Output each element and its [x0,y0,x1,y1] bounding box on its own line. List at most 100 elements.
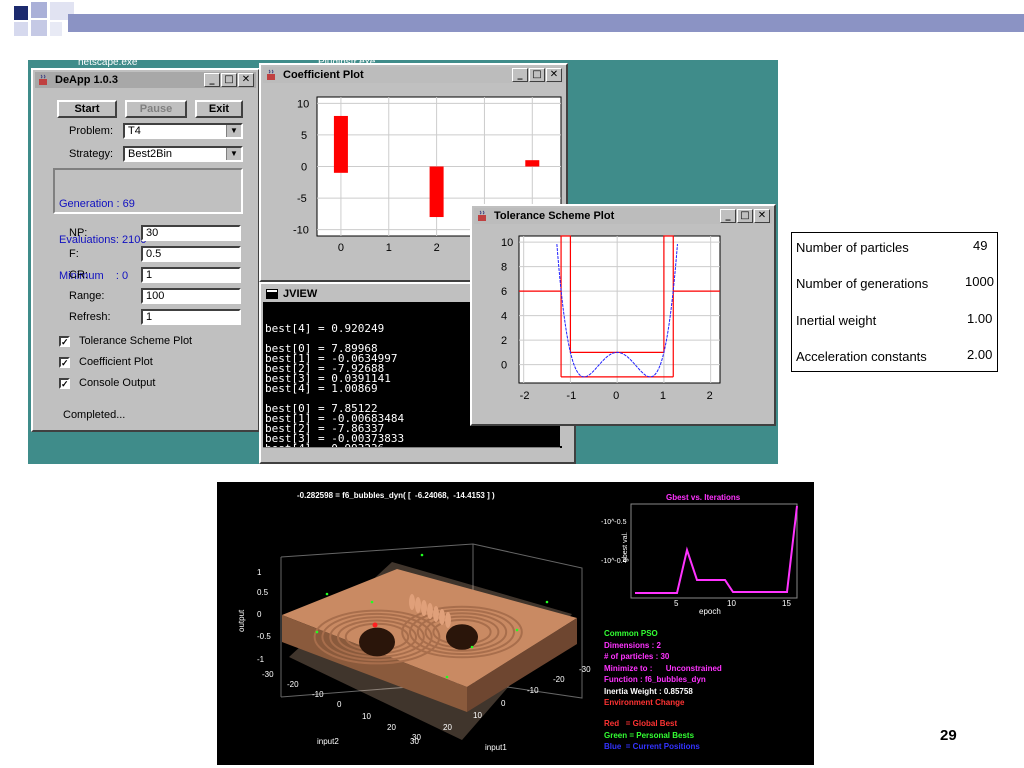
y-axis-label: input1 [485,743,507,752]
tolerance-plot-window[interactable]: Tolerance Scheme Plot _ □ ✕ -2 -1 0 1 2 10 8 6 4… [470,204,776,426]
params-row: Inertial weight [796,313,877,328]
bar [525,160,540,167]
personal-best-point [325,592,329,596]
strategy-select[interactable]: Best2Bin ▼ [123,146,243,162]
pso-info-line: Common PSO [604,629,658,638]
pso-info-line: Function : f6_bubbles_dyn [604,675,706,684]
tolerance-titlebar[interactable]: Tolerance Scheme Plot _ □ ✕ [474,208,772,224]
maximize-icon[interactable]: □ [221,73,237,87]
checkbox-label: Console Output [79,377,156,389]
tolerance-chart: -2 -1 0 1 21086420 [501,235,721,402]
refresh-field[interactable]: 1 [141,309,241,325]
surface-spike [439,609,445,625]
close-icon[interactable]: ✕ [238,73,254,87]
horizontal-scrollbar[interactable] [263,447,560,460]
problem-select[interactable]: T4 ▼ [123,123,243,139]
maximize-icon[interactable]: □ [529,68,545,82]
generation-text: Generation : 69 [59,198,135,210]
f-field[interactable]: 0.5 [141,246,241,262]
y-tick-label: 10 [501,237,513,249]
y-tick-label: 0 [501,360,507,372]
x-axis-label: input2 [317,737,339,746]
surface-spike [445,612,451,628]
x-tick-label: -2 [520,390,530,402]
strategy-label: Strategy: [69,148,114,160]
console-output-checkbox[interactable]: ✓ [59,378,70,389]
x-tick-label: 1 [660,390,666,402]
gbest-title: Gbest vs. Iterations [666,493,741,502]
x-tick-label: 2 [434,242,440,254]
personal-best-point [315,630,319,634]
range-label: Range: [69,290,105,302]
input1-tick-label: -20 [553,675,565,684]
x-tick-label: 1 [386,242,392,254]
personal-best-point [370,600,374,604]
pso-info-line: Environment Change [604,698,685,707]
y-tick-label: -5 [297,193,307,205]
input2-tick-label: -10 [312,690,324,699]
input1-tick-label: 0 [501,699,506,708]
params-value: 2.00 [967,347,993,362]
minimize-icon[interactable]: _ [512,68,528,82]
start-button[interactable]: Start [57,100,117,118]
surface-spike [427,603,433,619]
deapp-window[interactable]: DeApp 1.0.3 _ □ ✕ Start Pause Exit Probl… [31,68,260,432]
range-field[interactable]: 100 [141,288,241,304]
np-field[interactable]: 30 [141,225,241,241]
maximize-icon[interactable]: □ [737,209,753,223]
global-best-point [372,622,378,628]
input1-tick-label: -10 [527,686,539,695]
z-tick-label: 0 [257,610,262,619]
window-title: Coefficient Plot [283,69,364,81]
pso-legend-line: Green = Personal Bests [604,730,695,740]
y-tick-label: 5 [301,130,307,142]
tolerance-plot-checkbox[interactable]: ✓ [59,336,70,347]
pso-info-line: Inertia Weight : 0.85758 [604,686,693,696]
input2-tick-label: 10 [362,712,371,721]
gbest-x-tick-label: 5 [674,599,679,608]
input1-tick-label: 20 [443,723,452,732]
gbest-y-tick-label: -10^-0.5 [601,519,627,526]
checkbox-label: Coefficient Plot [79,356,153,368]
minimize-icon[interactable]: _ [204,73,220,87]
coefficient-plot-checkbox[interactable]: ✓ [59,357,70,368]
y-tick-label: 0 [301,162,307,174]
checkbox-label: Tolerance Scheme Plot [79,335,193,347]
problem-value: T4 [128,125,141,137]
pso-info-line: Minimize to : Unconstrained [604,663,722,673]
f-label: F: [69,248,79,260]
params-row: Number of particles [796,240,909,255]
z-axis-label: output [237,609,246,632]
y-tick-label: 6 [501,286,507,298]
params-table-box: Number of particles 49 Number of generat… [791,232,998,372]
input2-tick-label: 0 [337,700,342,709]
z-tick-label: 1 [257,568,262,577]
pso-info-line: # of particles : 30 [604,652,670,661]
personal-best-point [445,675,449,679]
slide-header-bar [68,14,1024,32]
close-icon[interactable]: ✕ [754,209,770,223]
z-tick-label: -0.5 [257,632,271,641]
gbest-x-axis-label: epoch [699,607,721,616]
personal-best-point [545,600,549,604]
input1-tick-label: 30 [410,737,419,746]
coefficient-titlebar[interactable]: Coefficient Plot _ □ ✕ [263,67,564,83]
cr-field[interactable]: 1 [141,267,241,283]
x-tick-label: 0 [338,242,344,254]
desktop-icon-label[interactable]: netscape.exe [78,60,138,68]
params-row: Number of generations [796,276,929,291]
bar [429,166,444,218]
exit-button[interactable]: Exit [195,100,243,118]
minimize-icon[interactable]: _ [720,209,736,223]
plot-area [518,235,721,384]
deapp-titlebar[interactable]: DeApp 1.0.3 _ □ ✕ [35,72,256,88]
y-tick-label: -10 [293,225,309,237]
close-icon[interactable]: ✕ [546,68,562,82]
java-cup-icon [38,74,50,86]
params-value: 1.00 [967,311,993,326]
pso-legend-line: Red = Global Best [604,719,678,728]
z-tick-label: 0.5 [257,588,269,597]
surface-pit [359,627,395,657]
pause-button[interactable]: Pause [125,100,187,118]
gbest-x-tick-label: 15 [782,599,791,608]
